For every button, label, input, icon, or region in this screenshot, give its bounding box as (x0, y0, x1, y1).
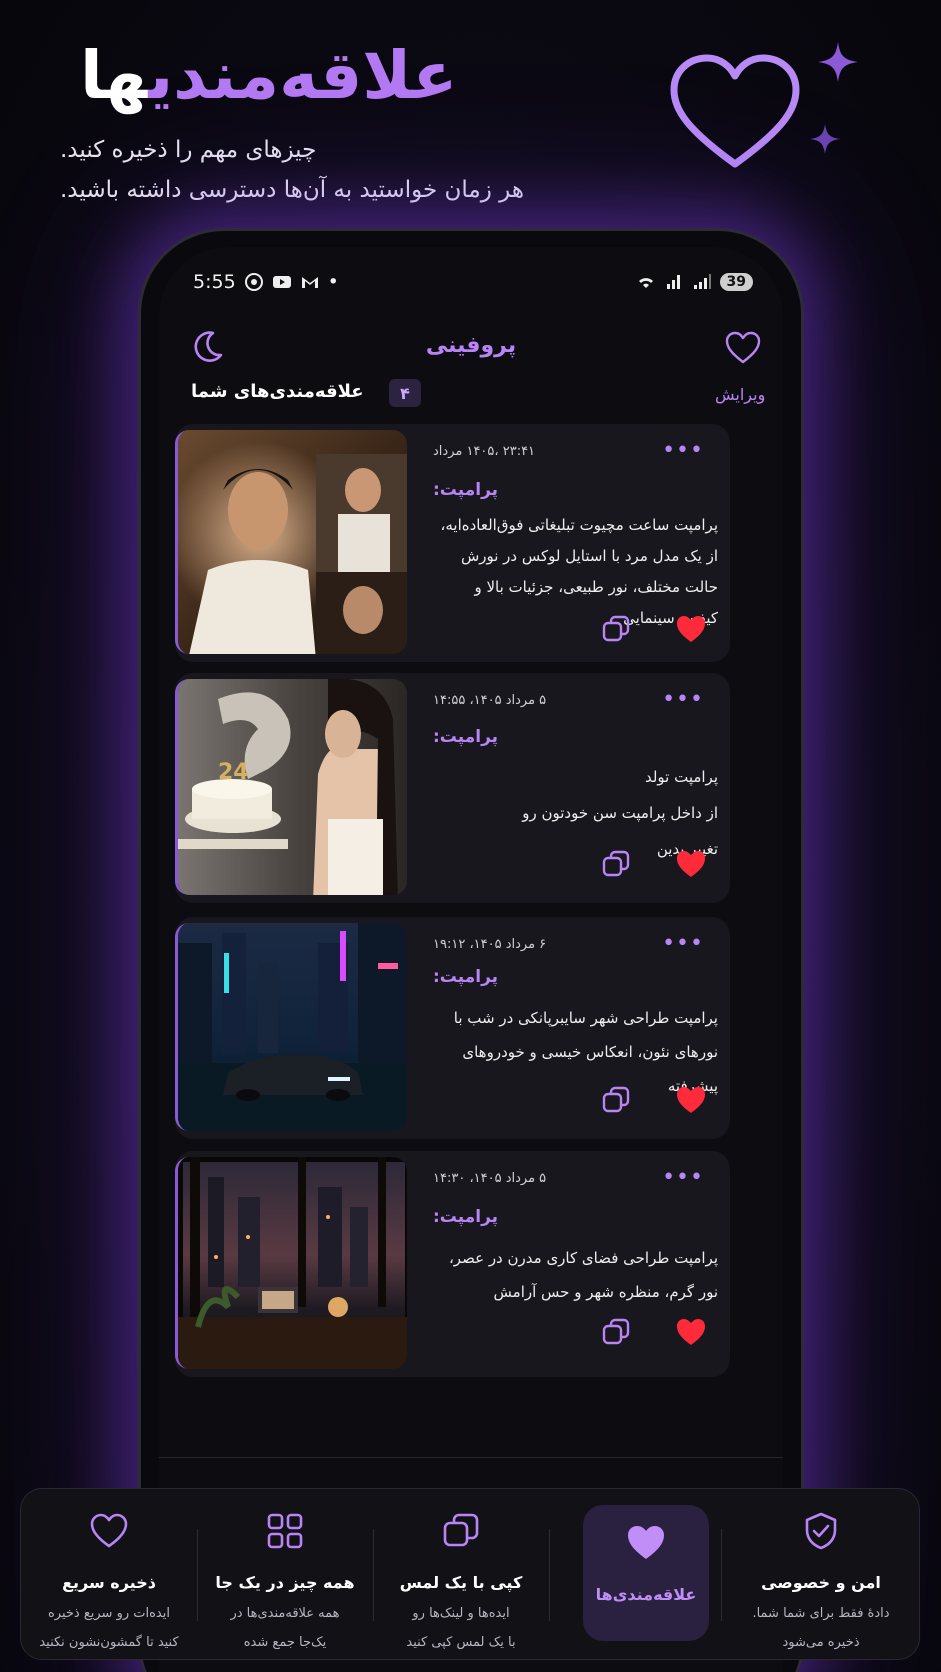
hero-title: علاقه‌مندیها (80, 37, 480, 114)
favorites-label: علاقه‌مندی‌های شما (191, 381, 364, 402)
favorites-section-header: علاقه‌مندی‌های شما ۴ ویرایش (191, 377, 765, 417)
hero-title-white: ها (80, 37, 149, 114)
divider (197, 1529, 198, 1621)
shield-check-icon (805, 1512, 837, 1550)
divider (373, 1529, 374, 1621)
feature-quick-save[interactable]: ذخیره سریع ایده‌ات رو سریع ذخیره کنید تا… (21, 1489, 197, 1661)
phone-screen: 5:55 • 39 پروفینی علاقه‌مندی‌ (159, 247, 783, 1672)
card-menu-button[interactable]: ••• (662, 438, 704, 463)
card-thumbnail[interactable] (175, 1157, 407, 1369)
feature-one-tap-copy[interactable]: کپی با یک لمس ایده‌ها و لینک‌ها رو با یک… (373, 1489, 549, 1661)
app-header: پروفینی (159, 319, 783, 375)
divider (159, 1457, 783, 1458)
card-prompt-text: پرامپت طراحی فضای کاری مدرن در عصر، نور … (448, 1249, 718, 1301)
svg-text:24: 24 (218, 760, 249, 785)
feature-description: همه علاقه‌مندی‌ها در یک‌جا جمع شده (230, 1606, 340, 1650)
card-thumbnail[interactable]: 24 (175, 679, 407, 895)
favorites-heart-icon[interactable] (725, 331, 761, 365)
heart-outline-icon (90, 1513, 128, 1548)
hero-subtitle-line-1: چیزهای مهم را ذخیره کنید. (60, 137, 317, 163)
hero-title-purple: علاقه‌مندی (148, 37, 458, 114)
hero-subtitle: چیزهای مهم را ذخیره کنید. هر زمان خواستی… (60, 130, 540, 210)
feature-all-in-one[interactable]: همه چیز در یک جا همه علاقه‌مندی‌ها در یک… (197, 1489, 373, 1661)
favorite-card[interactable]: ••• ۶ مرداد ۱۴۰۵، ۱۹:۱۲ پرامپت: پرامپت ط… (175, 917, 730, 1139)
phone-frame: 5:55 • 39 پروفینی علاقه‌مندی‌ (138, 228, 804, 1672)
favorite-card[interactable]: 24 ••• ۵ مرداد ۱۴۰۵، ۱۴:۵۵ پرامپت: پرامپ… (175, 673, 730, 903)
card-menu-button[interactable]: ••• (662, 931, 704, 956)
favorites-count-badge: ۴ (389, 379, 421, 407)
feature-favorites[interactable]: علاقه‌مندی‌ها (571, 1489, 721, 1661)
card-prompt-label: پرامپت: (433, 1207, 499, 1227)
feature-description: ایده‌ات رو سریع ذخیره کنید تا گمشون‌نشون… (39, 1606, 179, 1650)
status-bar: 5:55 • 39 (193, 267, 753, 297)
wifi-icon (638, 278, 653, 288)
cell-signal-icon (693, 274, 711, 289)
heart-filled-icon (628, 1526, 664, 1559)
card-date: ۵ مرداد ۱۴۰۵، ۱۴:۵۵ (433, 693, 547, 708)
copy-icon[interactable] (601, 614, 631, 644)
like-heart-icon[interactable] (675, 614, 707, 644)
card-thumbnail[interactable] (175, 430, 407, 654)
copy-icon[interactable] (601, 1317, 631, 1347)
hero-heart-icon (670, 54, 800, 168)
youtube-icon (272, 276, 291, 288)
card-prompt-label: پرامپت: (433, 727, 499, 747)
like-heart-icon[interactable] (675, 1085, 707, 1115)
card-menu-button[interactable]: ••• (662, 687, 704, 712)
feature-bar: امن و خصوصی دادهٔ فقط برای شما شما. ذخیر… (20, 1488, 920, 1660)
feature-label: امن و خصوصی (761, 1573, 881, 1592)
feature-description: دادهٔ فقط برای شما شما. ذخیره می‌شود (752, 1606, 890, 1650)
like-heart-icon[interactable] (675, 1317, 707, 1347)
card-prompt-label: پرامپت: (433, 967, 499, 987)
sparkle-icon (810, 124, 840, 154)
sparkle-icon (818, 42, 858, 82)
feature-label: ذخیره سریع (62, 1573, 156, 1592)
card-thumbnail[interactable] (175, 923, 407, 1131)
feature-label: علاقه‌مندی‌ها (595, 1585, 697, 1604)
battery-indicator: 39 (719, 273, 753, 291)
like-heart-icon[interactable] (675, 849, 707, 879)
gmail-icon (301, 277, 318, 288)
feature-label: همه چیز در یک جا (215, 1573, 355, 1592)
data-signal-icon (666, 275, 680, 289)
divider (721, 1529, 722, 1621)
divider (549, 1529, 550, 1621)
card-date: ۲۳:۴۱ ،۱۴۰۵ مرداد (433, 444, 536, 459)
app-title: پروفینی (425, 333, 517, 358)
copy-icon[interactable] (601, 1085, 631, 1115)
grid-icon (267, 1513, 303, 1549)
feature-label: کپی با یک لمس (399, 1573, 523, 1592)
copy-icon (443, 1513, 479, 1547)
favorite-card[interactable]: ••• ۲۳:۴۱ ،۱۴۰۵ مرداد پرامپت: پرامپت ساع… (175, 424, 730, 662)
card-prompt-label: پرامپت: (433, 480, 499, 500)
status-time: 5:55 (193, 271, 236, 293)
copy-icon[interactable] (601, 849, 631, 879)
notification-app-icon (244, 273, 263, 291)
hero-subtitle-line-2: هر زمان خواستید به آن‌ها دسترسی داشته با… (60, 177, 524, 203)
feature-secure-private[interactable]: امن و خصوصی دادهٔ فقط برای شما شما. ذخیر… (721, 1489, 921, 1661)
card-date: ۵ مرداد ۱۴۰۵، ۱۴:۳۰ (433, 1171, 547, 1186)
status-dot: • (327, 271, 339, 293)
favorite-card[interactable]: ••• ۵ مرداد ۱۴۰۵، ۱۴:۳۰ پرامپت: پرامپت ط… (175, 1151, 730, 1377)
feature-description: ایده‌ها و لینک‌ها رو با یک لمس کپی کنید (406, 1606, 516, 1650)
card-date: ۶ مرداد ۱۴۰۵، ۱۹:۱۲ (433, 937, 547, 952)
edit-button[interactable]: ویرایش (715, 385, 765, 404)
card-menu-button[interactable]: ••• (662, 1165, 704, 1190)
